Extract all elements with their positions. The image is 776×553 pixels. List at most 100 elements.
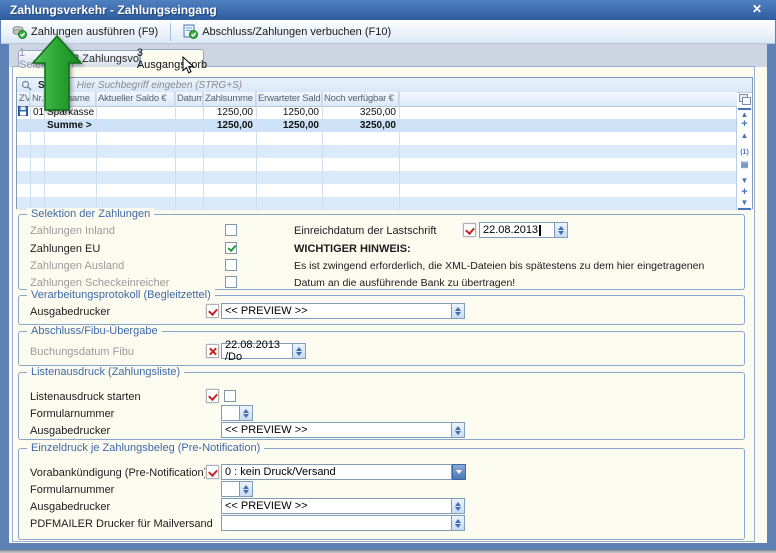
nav-add2-icon[interactable]: + bbox=[738, 187, 751, 198]
col-zv[interactable]: ZV bbox=[17, 92, 30, 106]
checkbox-zahlungen-ausland[interactable] bbox=[225, 259, 237, 271]
hinweis-line2: Datum an die ausführende Bank zu übertra… bbox=[294, 277, 515, 289]
ausgabedrucker-combo-2[interactable]: << PREVIEW >> bbox=[221, 422, 452, 438]
summary-label: Summe > bbox=[44, 119, 96, 132]
checkbox-listenausdruck[interactable] bbox=[224, 390, 236, 402]
label-pdfmailer: PDFMAILER Drucker für Mailversand bbox=[30, 518, 213, 530]
cell-noch-verfuegbar: 3250,00 bbox=[322, 106, 399, 119]
vorabankuendigung-dropdown-icon[interactable] bbox=[452, 464, 466, 480]
vorabankuendigung-combo[interactable]: 0 : kein Druck/Versand bbox=[221, 464, 452, 480]
ausgabedrucker-combo-3[interactable]: << PREVIEW >> bbox=[221, 498, 452, 514]
label-ausgabedrucker-2: Ausgabedrucker bbox=[30, 425, 110, 437]
document-check-icon bbox=[183, 24, 198, 39]
grid-line bbox=[399, 92, 400, 210]
grid-search-row[interactable]: Su Hier Suchbegriff eingeben (STRG+S) bbox=[17, 78, 752, 93]
grid-search-placeholder: Hier Suchbegriff eingeben (STRG+S) bbox=[77, 80, 242, 91]
cell-datum bbox=[175, 106, 203, 119]
hinweis-line1: Es ist zwingend erforderlich, die XML-Da… bbox=[294, 260, 704, 272]
ausgabedrucker-value-1: << PREVIEW >> bbox=[225, 305, 308, 317]
col-bankname[interactable]: Bankname bbox=[44, 92, 96, 106]
ausgabedrucker-spinner-3[interactable] bbox=[452, 498, 465, 514]
ausgabedrucker-value-3: << PREVIEW >> bbox=[225, 500, 308, 512]
tab-selektion[interactable]: 1 Selektion bbox=[18, 50, 74, 67]
buchungsdatum-spinner[interactable] bbox=[293, 343, 306, 359]
grid-line bbox=[96, 92, 97, 210]
execute-payments-button[interactable]: Zahlungen ausführen (F9) bbox=[7, 22, 163, 42]
label-zahlungen-ausland: Zahlungen Ausland bbox=[30, 260, 124, 272]
text-caret bbox=[539, 225, 541, 236]
cell-aktueller-saldo bbox=[96, 106, 175, 119]
label-zahlungen-scheck: Zahlungen Scheckeinreicher bbox=[30, 277, 169, 289]
tab-selektion-label: 1 Selektion bbox=[19, 47, 73, 71]
nav-add-icon[interactable]: + bbox=[738, 119, 751, 130]
cell-zahlsumme: 1250,00 bbox=[203, 106, 256, 119]
date-cancel-icon[interactable] bbox=[206, 344, 219, 358]
nav-current-record: (1) bbox=[738, 147, 751, 159]
checkbox-zahlungen-eu[interactable] bbox=[225, 242, 237, 254]
column-chooser-icon[interactable] bbox=[739, 94, 750, 104]
label-zahlungen-inland: Zahlungen Inland bbox=[30, 225, 115, 237]
formularnummer-input-1[interactable] bbox=[221, 405, 240, 421]
hinweis-title: WICHTIGER HINWEIS: bbox=[294, 243, 411, 255]
table-row-sparkasse[interactable]: 01 Sparkasse 1250,00 1250,00 3250,00 bbox=[17, 106, 737, 119]
search-icon bbox=[21, 80, 32, 91]
coins-icon bbox=[12, 24, 27, 39]
main-toolbar: Zahlungen ausführen (F9) Abschluss/Zahlu… bbox=[1, 20, 775, 44]
tab-ausgangskorb[interactable]: 3 Ausgangskorb bbox=[140, 49, 204, 67]
group-listenausdruck-title: Listenausdruck (Zahlungsliste) bbox=[27, 366, 184, 378]
label-listenausdruck-starten: Listenausdruck starten bbox=[30, 391, 141, 403]
pdfmailer-combo[interactable] bbox=[221, 515, 452, 531]
grid-line bbox=[256, 92, 257, 210]
group-abschluss-title: Abschluss/Fibu-Übergabe bbox=[27, 325, 162, 337]
vorabankuendigung-value: 0 : kein Druck/Versand bbox=[225, 466, 336, 478]
checkbox-zahlungen-scheck[interactable] bbox=[225, 276, 237, 288]
col-zahlsumme[interactable]: Zahlsumme € bbox=[203, 92, 256, 106]
formularnummer-spinner-2[interactable] bbox=[240, 481, 253, 497]
listdruck-confirm-icon[interactable] bbox=[206, 389, 219, 403]
nav-last-icon[interactable]: ▼ bbox=[738, 198, 751, 210]
date-confirm-icon[interactable] bbox=[463, 223, 476, 237]
summary-noch-verfuegbar: 3250,00 bbox=[322, 119, 399, 132]
group-einzeldruck-title: Einzeldruck je Zahlungsbeleg (Pre-Notifi… bbox=[27, 442, 264, 454]
ausgabedrucker-spinner-1[interactable] bbox=[452, 303, 465, 319]
ausgabedrucker-combo-1[interactable]: << PREVIEW >> bbox=[221, 303, 452, 319]
cell-bankname: Sparkasse bbox=[44, 106, 96, 119]
formularnummer-input-2[interactable] bbox=[221, 481, 240, 497]
grid-search-prefix: Su bbox=[38, 80, 51, 91]
book-payments-button[interactable]: Abschluss/Zahlungen verbuchen (F10) bbox=[178, 22, 396, 42]
grid-empty-row bbox=[17, 132, 752, 145]
einreichdatum-spinner[interactable] bbox=[555, 222, 568, 238]
tab-zahlungsvorschlag-label: 2 Zahlungsvorschlag bbox=[73, 53, 139, 65]
grid-header-row[interactable]: ZV Nr. Bankname Aktueller Saldo € Datum … bbox=[17, 92, 737, 107]
tab-zahlungsvorschlag[interactable]: 2 Zahlungsvorschlag bbox=[72, 50, 140, 67]
col-aktueller-saldo[interactable]: Aktueller Saldo € bbox=[96, 92, 175, 106]
close-icon[interactable]: ✕ bbox=[748, 2, 766, 17]
formularnummer-spinner-1[interactable] bbox=[240, 405, 253, 421]
label-vorabankuendigung: Vorabankündigung (Pre-Notification) bbox=[30, 467, 207, 479]
grid-empty-row bbox=[17, 158, 752, 171]
record-navigator: ▲ + ▲ (1) ▤ ▼ + ▼ bbox=[736, 106, 752, 210]
col-datum[interactable]: Datum bbox=[175, 92, 203, 106]
grid-line bbox=[175, 92, 176, 210]
disk-icon bbox=[18, 106, 28, 116]
tab-ausgangskorb-label: 3 Ausgangskorb bbox=[137, 47, 207, 71]
group-verarbeitung-title: Verarbeitungsprotokoll (Begleitzettel) bbox=[27, 289, 215, 301]
buchungsdatum-input[interactable]: 22.08.2013 /Do bbox=[221, 343, 293, 359]
nav-bookmark-icon[interactable]: ▤ bbox=[738, 159, 751, 171]
col-erwarteter-saldo[interactable]: Erwarteter Saldo € bbox=[256, 92, 322, 106]
col-nr[interactable]: Nr. bbox=[30, 92, 44, 106]
label-formularnummer-2: Formularnummer bbox=[30, 484, 114, 496]
label-buchungsdatum: Buchungsdatum Fibu bbox=[30, 346, 134, 358]
ausgabedrucker-spinner-2[interactable] bbox=[452, 422, 465, 438]
einreichdatum-input[interactable]: 22.08.2013 bbox=[479, 222, 555, 238]
col-noch-verfuegbar[interactable]: Noch verfügbar € bbox=[322, 92, 399, 106]
window-border-bottom bbox=[0, 543, 776, 550]
vorab-confirm-icon[interactable] bbox=[206, 465, 219, 479]
printer-confirm-icon[interactable] bbox=[206, 304, 219, 318]
nav-prev-icon[interactable]: ▲ bbox=[738, 130, 751, 142]
checkbox-zahlungen-inland[interactable] bbox=[225, 224, 237, 236]
pdfmailer-spinner[interactable] bbox=[452, 515, 465, 531]
payments-grid: Su Hier Suchbegriff eingeben (STRG+S) ZV… bbox=[16, 77, 753, 209]
execute-payments-label: Zahlungen ausführen (F9) bbox=[31, 26, 158, 38]
grid-empty-row bbox=[17, 145, 752, 158]
